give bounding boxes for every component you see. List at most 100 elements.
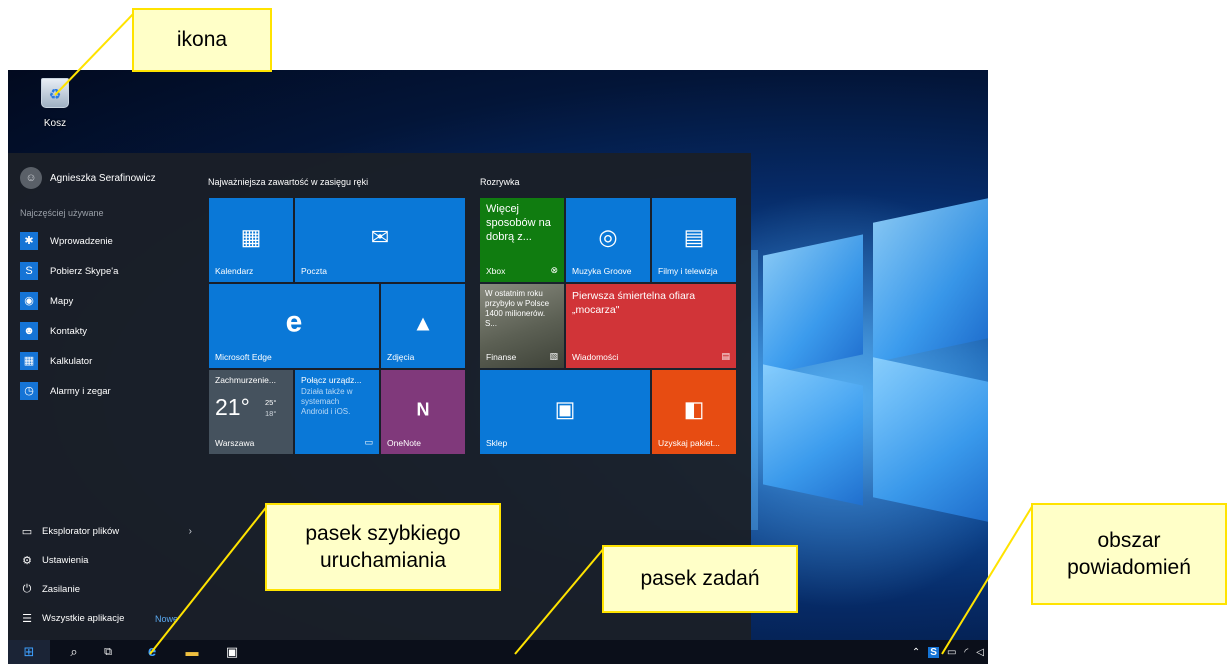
power-icon: ⏻ <box>22 583 32 595</box>
edge-taskbar-icon[interactable]: e <box>138 640 166 664</box>
tile-finance[interactable]: W ostatnim roku przybyło w Polsce 1400 m… <box>480 284 564 368</box>
finance-news-text: W ostatnim roku przybyło w Polsce 1400 m… <box>485 289 550 328</box>
app-label: Kontakty <box>50 325 87 337</box>
tile-phone-companion[interactable]: Połącz urządz... Działa także w systemac… <box>295 370 379 454</box>
edge-icon: e <box>285 305 303 339</box>
tile-label: Microsoft Edge <box>215 352 272 362</box>
all-apps-item[interactable]: ☰ Wszystkie aplikacje Nowe <box>20 604 198 633</box>
app-item-calculator[interactable]: ▦ Kalkulator <box>20 346 118 376</box>
calculator-icon: ▦ <box>20 352 38 370</box>
newspaper-icon: ▤ <box>721 351 730 361</box>
xbox-promo-text: Więcej sposobów na dobrą z... <box>486 203 551 243</box>
app-label: Pobierz Skype'a <box>50 265 119 277</box>
new-badge: Nowe <box>155 613 179 624</box>
gear-icon: ⚙ <box>22 555 32 567</box>
chevron-right-icon[interactable]: › <box>189 526 192 537</box>
tile-label: OneNote <box>387 438 422 448</box>
tile-xbox[interactable]: Więcej sposobów na dobrą z... Xbox ⊗ <box>480 198 564 282</box>
folder-icon: ▭ <box>21 526 33 538</box>
app-label: Wprowadzenie <box>50 235 113 247</box>
app-item-skype[interactable]: S Pobierz Skype'a <box>20 256 118 286</box>
chart-icon: ▧ <box>549 351 558 361</box>
app-item-alarms[interactable]: ◷ Alarmy i zegar <box>20 376 118 406</box>
photo-icon: ▲ <box>412 310 434 336</box>
windows-logo-pane <box>763 364 863 506</box>
app-item-contacts[interactable]: ☻ Kontakty <box>20 316 118 346</box>
chevron-up-icon[interactable]: ⌃ <box>912 647 920 658</box>
tile-label: Finanse <box>486 352 517 362</box>
volume-icon[interactable]: ◁ <box>976 647 984 658</box>
tile-label: Xbox <box>486 266 506 276</box>
tile-label: Muzyka Groove <box>572 266 632 276</box>
settings-item[interactable]: ⚙ Ustawienia <box>20 546 198 575</box>
weather-temperature: 21° <box>215 394 250 420</box>
user-name: Agnieszka Serafinowicz <box>50 172 156 184</box>
recycle-bin-icon[interactable]: ♻ <box>41 78 69 108</box>
tile-store[interactable]: ▣ Sklep <box>480 370 650 454</box>
tile-label: Wiadomości <box>572 352 619 362</box>
power-label: Zasilanie <box>42 584 81 595</box>
callout-icon: ikona <box>132 8 272 72</box>
tile-group-title-main: Najważniejsza zawartość w zasięgu ręki <box>208 177 369 187</box>
mail-icon: ✉ <box>370 224 390 250</box>
tile-onenote[interactable]: N OneNote <box>381 370 465 454</box>
tile-movies-tv[interactable]: ▤ Filmy i telewizja <box>652 198 736 282</box>
tile-label: Kalendarz <box>215 266 254 276</box>
weather-low: 18° <box>265 409 277 418</box>
tile-office[interactable]: ◧ Uzyskaj pakiet... <box>652 370 736 454</box>
recycle-bin[interactable]: ♻ Kosz <box>30 78 80 129</box>
recycle-bin-label: Kosz <box>43 118 67 129</box>
tile-groove-music[interactable]: ◎ Muzyka Groove <box>566 198 650 282</box>
clapperboard-icon: ▤ <box>683 224 705 250</box>
settings-label: Ustawienia <box>42 555 89 566</box>
user-account[interactable]: ☺ Agnieszka Serafinowicz <box>20 167 156 189</box>
app-label: Alarmy i zegar <box>50 385 111 397</box>
alarm-clock-icon: ◷ <box>20 382 38 400</box>
list-icon: ☰ <box>22 613 32 625</box>
app-label: Mapy <box>50 295 74 307</box>
windows-logo-pane <box>873 357 988 523</box>
app-item-getting-started[interactable]: ✱ Wprowadzenie <box>20 226 118 256</box>
office-icon: ◧ <box>683 396 705 422</box>
most-used-list: ✱ Wprowadzenie S Pobierz Skype'a ◉ Mapy … <box>20 226 118 406</box>
file-explorer-label: Eksplorator plików <box>42 526 120 537</box>
map-pin-icon: ◉ <box>20 292 38 310</box>
tile-calendar[interactable]: ▦ Kalendarz <box>209 198 293 282</box>
power-item[interactable]: ⏻ Zasilanie <box>20 575 198 604</box>
file-explorer-item[interactable]: ▭ Eksplorator plików › <box>20 517 198 546</box>
weather-condition: Zachmurzenie... <box>215 375 276 385</box>
tile-edge[interactable]: e Microsoft Edge <box>209 284 379 368</box>
app-item-maps[interactable]: ◉ Mapy <box>20 286 118 316</box>
tile-mail[interactable]: ✉ Poczta <box>295 198 465 282</box>
skype-icon: S <box>20 262 38 280</box>
file-explorer-taskbar-icon[interactable]: ▬ <box>178 640 206 664</box>
calendar-icon: ▦ <box>240 224 262 250</box>
news-headline: Pierwsza śmiertelna ofiara „mocarza" <box>572 290 696 316</box>
tile-label: Zdjęcia <box>387 352 415 362</box>
store-bag-icon: ▣ <box>554 396 576 422</box>
callout-notification-area: obszar powiadomień <box>1031 503 1227 605</box>
search-icon[interactable]: ⌕ <box>60 640 88 664</box>
lightbulb-icon: ✱ <box>20 232 38 250</box>
wifi-icon[interactable]: ◜ <box>964 647 968 658</box>
laptop-icon: ▭ <box>364 437 373 447</box>
tile-label: Filmy i telewizja <box>658 266 718 276</box>
notification-area: ⌃ S ▭ ◜ ◁ <box>912 640 984 664</box>
tile-photos[interactable]: ▲ Zdjęcia <box>381 284 465 368</box>
battery-icon[interactable]: ▭ <box>947 647 956 658</box>
tile-weather[interactable]: Zachmurzenie... 21° 25° 18° Warszawa <box>209 370 293 454</box>
taskbar: ⊞ ⌕ ⧉ e ▬ ▣ ⌃ S ▭ ◜ ◁ <box>8 640 988 664</box>
windows-logo-pane <box>763 234 863 376</box>
phone-companion-description: Działa także w systemach Android i iOS. <box>301 387 353 416</box>
windows-logo-pane <box>873 197 988 363</box>
tile-label: Warszawa <box>215 438 255 448</box>
phone-companion-title: Połącz urządz... <box>301 375 362 385</box>
start-menu-left-column: ☺ Agnieszka Serafinowicz Najczęściej uży… <box>8 153 198 640</box>
store-taskbar-icon[interactable]: ▣ <box>218 640 246 664</box>
tile-group-title-fun: Rozrywka <box>480 177 520 187</box>
task-view-icon[interactable]: ⧉ <box>94 640 122 664</box>
start-button[interactable]: ⊞ <box>8 640 50 664</box>
tile-news[interactable]: Pierwsza śmiertelna ofiara „mocarza" Wia… <box>566 284 736 368</box>
start-menu-bottom-items: ▭ Eksplorator plików › ⚙ Ustawienia ⏻ Za… <box>20 517 198 633</box>
skype-tray-icon[interactable]: S <box>928 646 939 658</box>
